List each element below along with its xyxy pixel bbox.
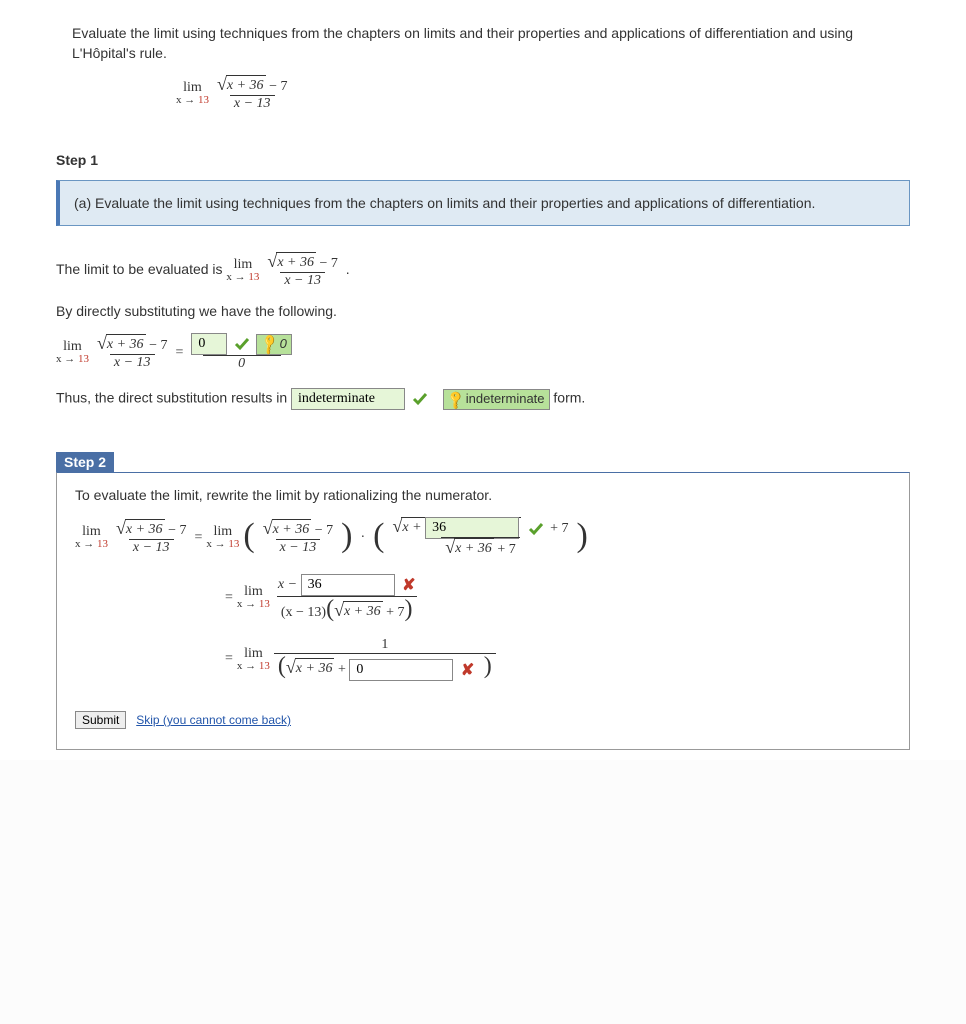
answer-simplify1-input[interactable] — [301, 574, 395, 596]
step2-rationalize: lim x → 13 x + 36 − 7 x − 13 = lim x → 1… — [75, 517, 891, 558]
submit-button[interactable]: Submit — [75, 711, 126, 729]
lim-label: lim — [183, 81, 202, 95]
step2-head: Step 2 — [56, 452, 114, 472]
skip-link[interactable]: Skip (you cannot come back) — [136, 713, 291, 727]
key-answer-form: 🔑indeterminate — [443, 389, 550, 410]
check-icon — [234, 336, 250, 352]
answer-simplify2-input[interactable] — [349, 659, 453, 681]
step2-line1: To evaluate the limit, rewrite the limit… — [75, 487, 891, 503]
key-icon: 🔑 — [258, 333, 281, 356]
step2-simplify-2: = lim x → 13 1 (x + 36 + ✘ ) — [225, 637, 891, 681]
key-answer-numerator: 🔑0 — [256, 334, 291, 355]
step2-body: To evaluate the limit, rewrite the limit… — [56, 472, 910, 750]
problem-prompt: Evaluate the limit using techniques from… — [72, 24, 894, 63]
main-expression: lim x → 13 x + 36 − 7 x − 13 — [176, 75, 910, 112]
step1-head: Step 1 — [56, 152, 910, 168]
step1-line3: Thus, the direct substitution results in… — [56, 388, 910, 410]
wrong-icon: ✘ — [461, 662, 474, 679]
check-icon — [528, 521, 544, 537]
step1-substitution: lim x → 13 x + 36 − 7 x − 13 = — [56, 333, 910, 372]
step2-simplify-1: = lim x → 13 x − ✘ (x − 13)(x + 36 + 7) — [225, 574, 891, 621]
key-icon: 🔑 — [444, 388, 467, 411]
step1-line1: The limit to be evaluated is lim x → 13 … — [56, 252, 910, 289]
answer-form-input[interactable] — [291, 388, 405, 410]
wrong-icon: ✘ — [402, 577, 415, 594]
answer-numerator-input[interactable] — [191, 333, 227, 355]
step1-callout: (a) Evaluate the limit using techniques … — [56, 180, 910, 226]
step2-actions: Submit Skip (you cannot come back) — [75, 711, 891, 729]
answer-rationalize-input[interactable] — [425, 517, 519, 539]
check-icon — [412, 391, 428, 407]
step1-line2: By directly substituting we have the fol… — [56, 303, 910, 319]
